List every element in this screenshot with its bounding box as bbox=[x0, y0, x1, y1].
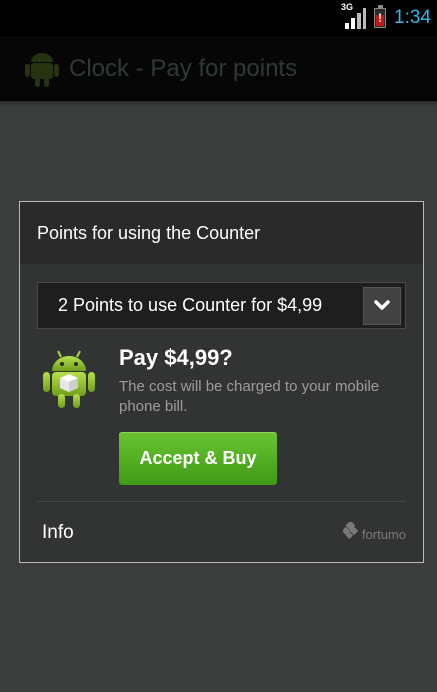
chevron-down-icon bbox=[374, 299, 390, 310]
action-bar: Clock - Pay for points bbox=[0, 36, 437, 101]
accept-buy-label: Accept & Buy bbox=[139, 448, 257, 468]
pay-description: The cost will be charged to your mobile … bbox=[119, 378, 380, 415]
dialog-header: Points for using the Counter bbox=[20, 202, 423, 264]
action-bar-shadow bbox=[0, 101, 437, 107]
status-clock: 1:34 bbox=[394, 7, 431, 28]
screen: 3G ! 1:34 Clock - Pay for points Points … bbox=[0, 0, 437, 692]
pay-amount-title: Pay $4,99? bbox=[119, 345, 233, 370]
android-app-icon bbox=[25, 52, 59, 87]
divider bbox=[37, 501, 406, 502]
android-box-icon bbox=[43, 350, 95, 408]
fortumo-wordmark: fortumo bbox=[361, 527, 406, 542]
points-dropdown[interactable]: 2 Points to use Counter for $4,99 bbox=[37, 282, 406, 329]
dialog-title: Points for using the Counter bbox=[37, 222, 261, 243]
action-bar-title: Clock - Pay for points bbox=[69, 54, 298, 82]
payment-dialog: Points for using the Counter 2 Points to… bbox=[19, 201, 424, 563]
network-type: 3G bbox=[341, 2, 354, 12]
accept-buy-button[interactable]: Accept & Buy bbox=[119, 432, 277, 485]
battery-alert-icon: ! bbox=[374, 5, 387, 28]
status-bar: 3G ! 1:34 bbox=[0, 0, 437, 36]
dropdown-selected-value: 2 Points to use Counter for $4,99 bbox=[58, 295, 323, 315]
info-link[interactable]: Info bbox=[42, 522, 74, 544]
dropdown-toggle-button[interactable] bbox=[363, 286, 401, 325]
fortumo-icon bbox=[342, 522, 359, 540]
signal-icon: 3G bbox=[341, 2, 367, 29]
fortumo-logo: fortumo bbox=[342, 520, 406, 542]
